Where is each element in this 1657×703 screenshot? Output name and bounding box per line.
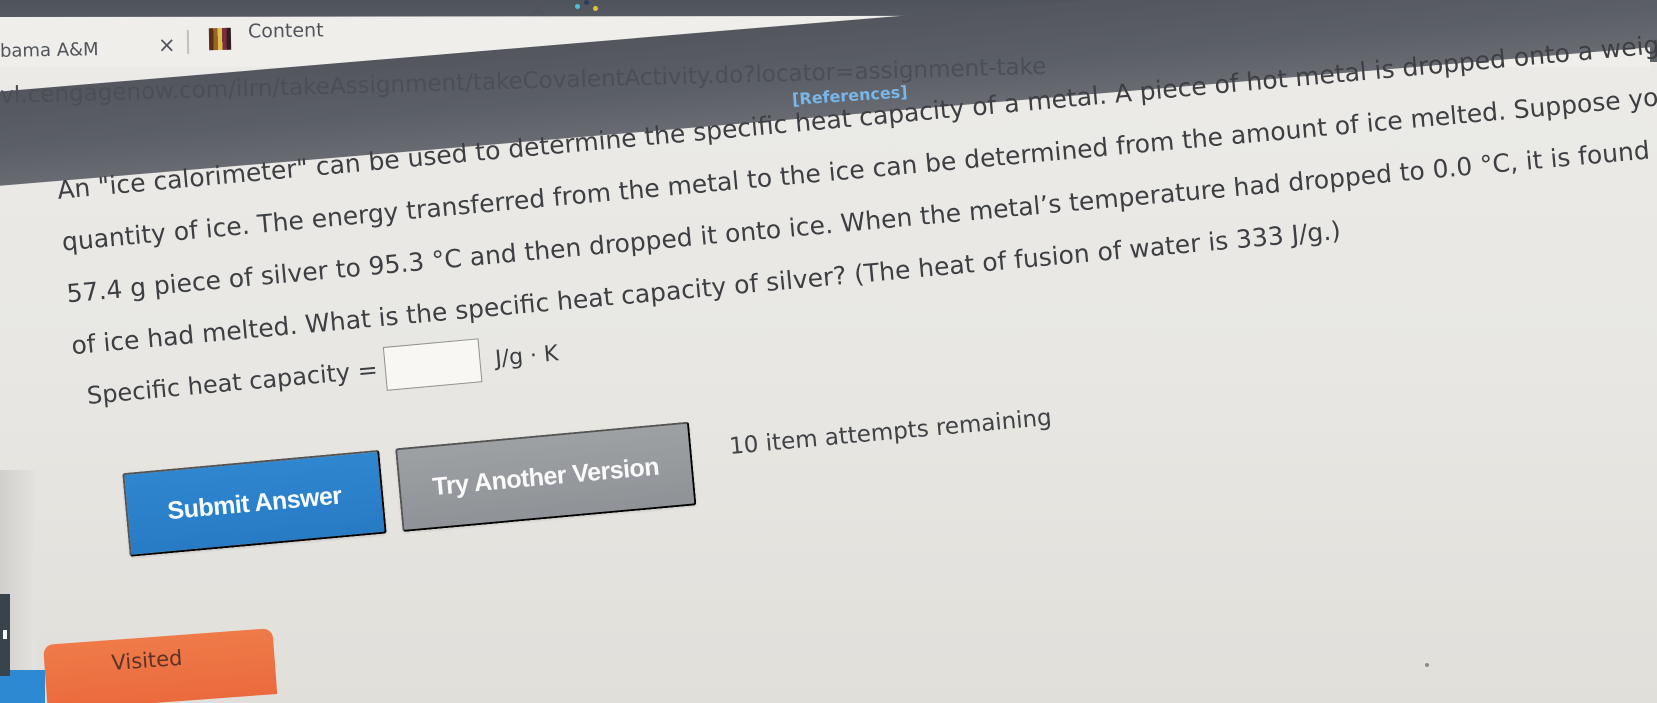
close-tab-icon[interactable]: × <box>158 33 176 57</box>
content-favicon-icon <box>208 27 232 51</box>
try-another-version-button[interactable]: Try Another Version <box>395 421 697 532</box>
screen-dust-dot <box>1425 663 1429 667</box>
specific-heat-input[interactable] <box>382 338 483 391</box>
content-tab-title[interactable]: Content <box>248 19 324 42</box>
submit-answer-button[interactable]: Submit Answer <box>122 449 387 557</box>
left-navigation-tab[interactable] <box>0 594 10 676</box>
close-tab-icon[interactable]: × <box>529 0 547 22</box>
browser-tab-title[interactable]: bama A&M <box>0 39 99 62</box>
tab-divider <box>186 29 190 55</box>
visited-label: Visited <box>110 645 184 675</box>
extension-dot-icon <box>584 0 589 5</box>
specific-heat-unit: J/g · K <box>494 340 560 372</box>
visited-tab[interactable]: Visited <box>43 628 278 703</box>
extension-icon[interactable] <box>575 0 617 11</box>
extension-dot-icon <box>593 6 598 11</box>
attempts-remaining: 10 item attempts remaining <box>728 404 1053 460</box>
answer-actions: Submit Answer Try Another Version 10 ite… <box>122 389 1056 557</box>
screenshot-frame: bama A&M × Content × vl.cengagenow.com/i… <box>0 0 1657 703</box>
extension-dot-icon <box>575 4 580 9</box>
